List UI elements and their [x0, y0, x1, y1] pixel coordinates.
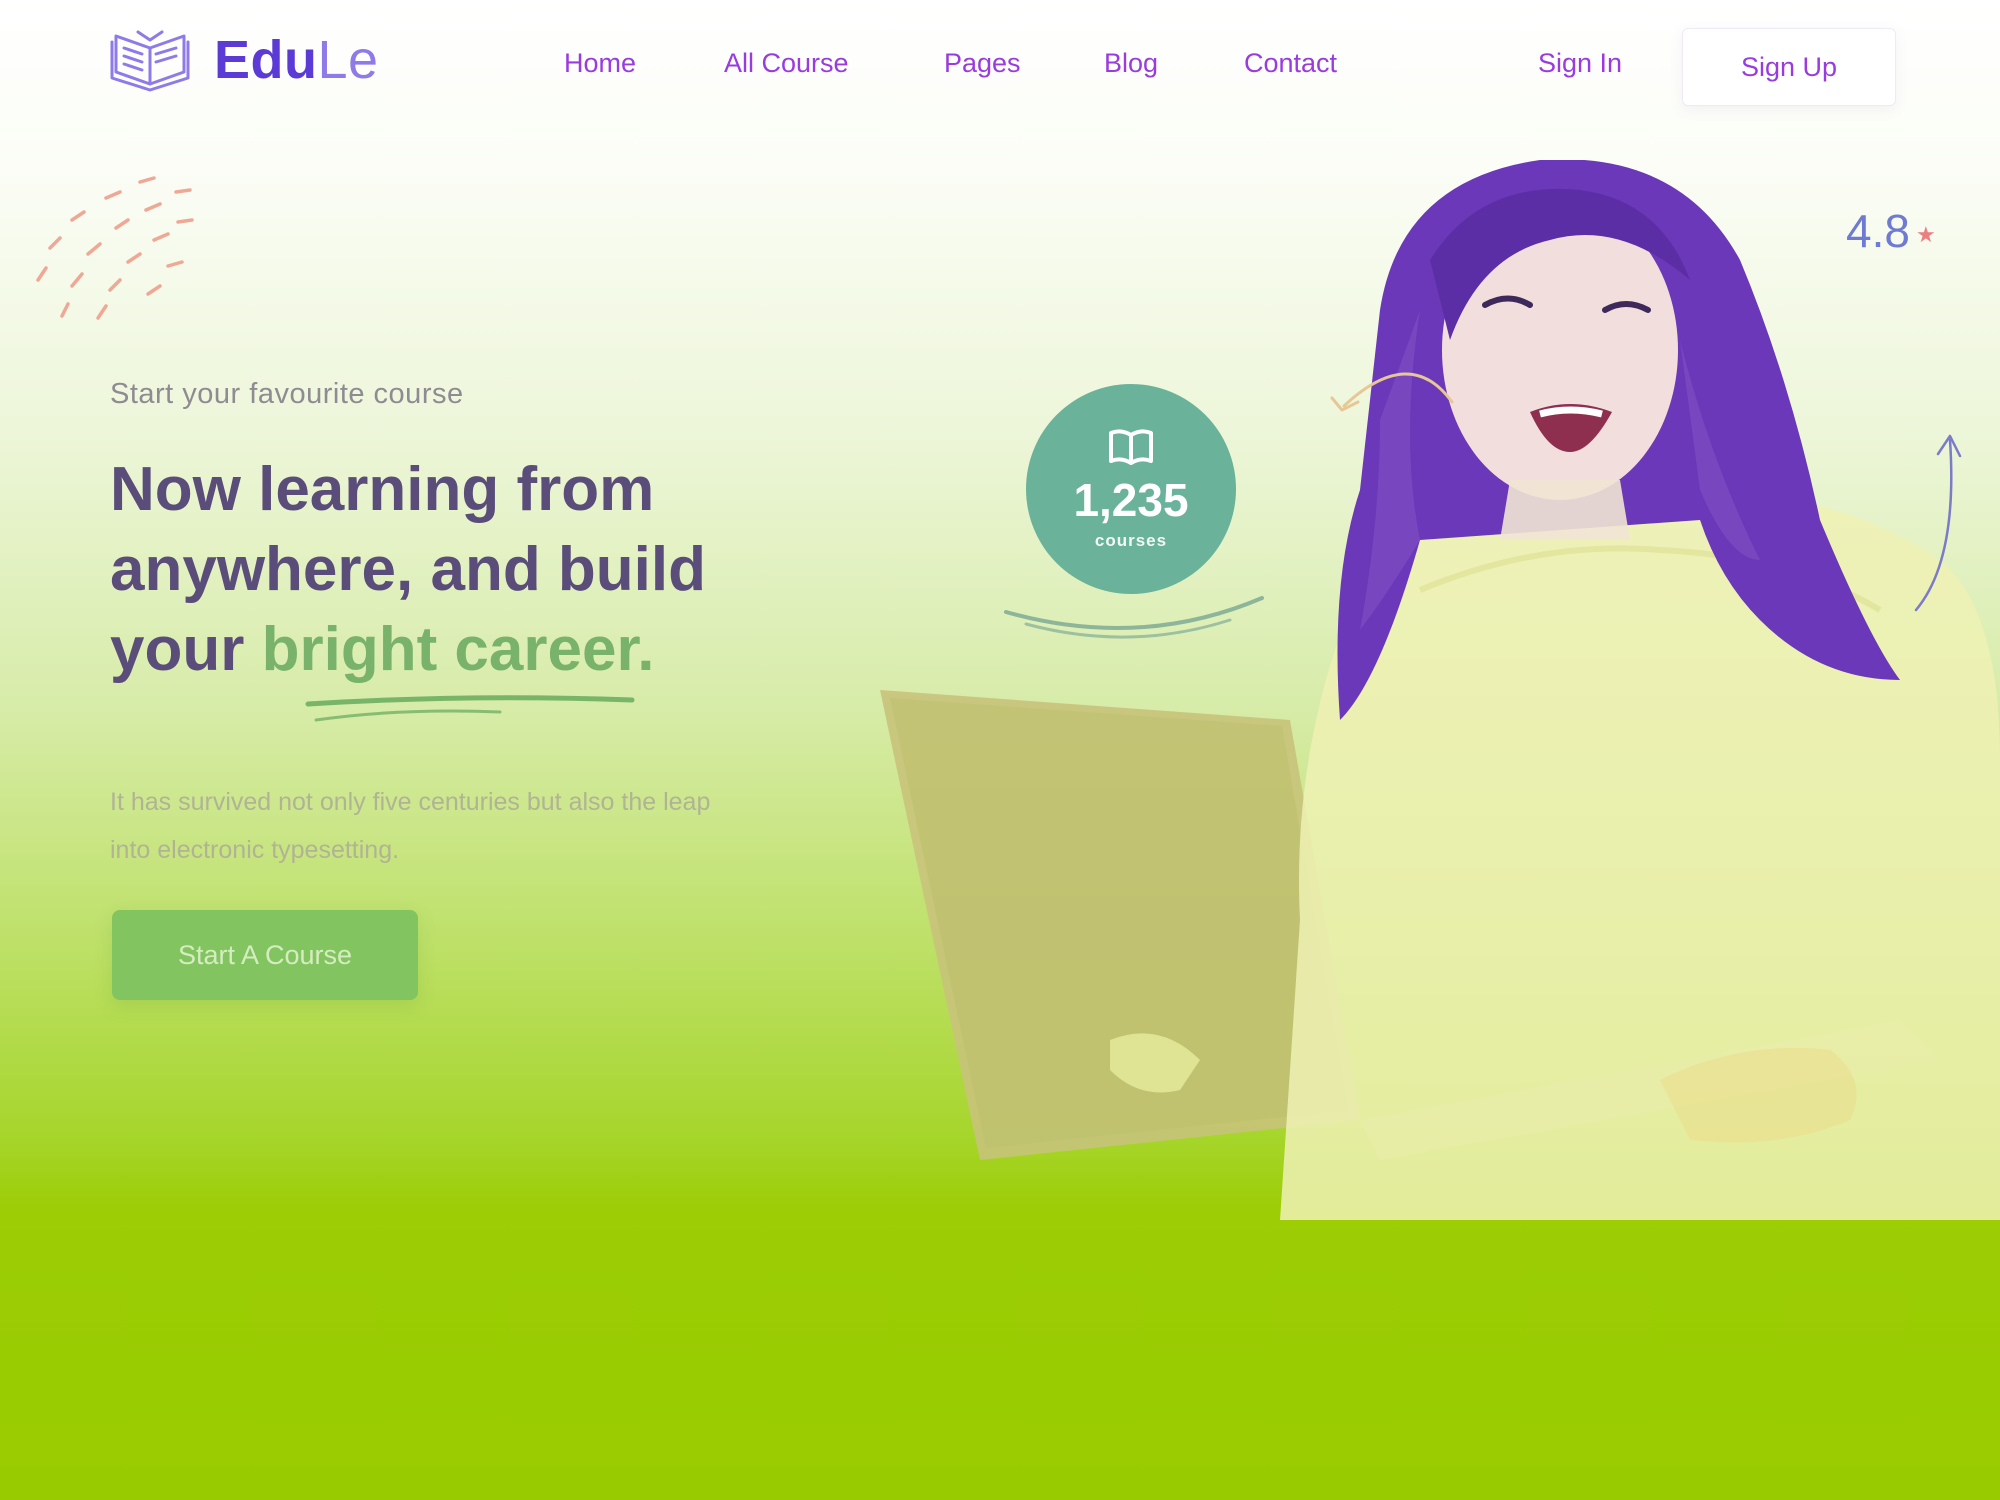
upward-arrow-decoration [1914, 434, 1962, 612]
nav-item-blog[interactable]: Blog [1104, 48, 1158, 79]
logo[interactable]: EduLe [110, 26, 379, 94]
brand-name-part2: Le [317, 30, 379, 90]
badge-swoosh-decoration [1004, 596, 1264, 639]
decorative-dashes [36, 176, 194, 320]
open-book-logo-icon [110, 26, 190, 94]
hero-photo [880, 160, 2000, 1220]
nav-item-home[interactable]: Home [564, 48, 636, 79]
nav-item-all-course[interactable]: All Course [724, 48, 849, 79]
sign-up-button[interactable]: Sign Up [1682, 28, 1896, 106]
brand-name: EduLe [214, 33, 379, 87]
courses-count-badge: 1,235 courses [1026, 384, 1236, 594]
nav-item-contact[interactable]: Contact [1244, 48, 1337, 79]
brand-name-part1: Edu [214, 30, 318, 90]
sign-in-link[interactable]: Sign In [1538, 48, 1622, 79]
headline-highlight: bright career. [261, 615, 655, 684]
hero-eyebrow: Start your favourite course [110, 378, 464, 410]
book-icon [1107, 427, 1155, 472]
start-course-button[interactable]: Start A Course [112, 910, 418, 1000]
nav-item-pages[interactable]: Pages [944, 48, 1021, 79]
curved-arrow-decoration [1330, 372, 1454, 412]
star-icon: ★ [1915, 221, 1936, 247]
courses-count: 1,235 [1073, 474, 1189, 527]
rating: 4.8 ★ [1846, 204, 1936, 258]
headline-underline [305, 695, 635, 722]
hero-description: It has survived not only five centuries … [110, 788, 711, 864]
hero-headline: Now learning from anywhere, and build yo… [110, 450, 830, 690]
rating-value: 4.8 [1846, 205, 1910, 257]
courses-label: courses [1094, 530, 1168, 550]
